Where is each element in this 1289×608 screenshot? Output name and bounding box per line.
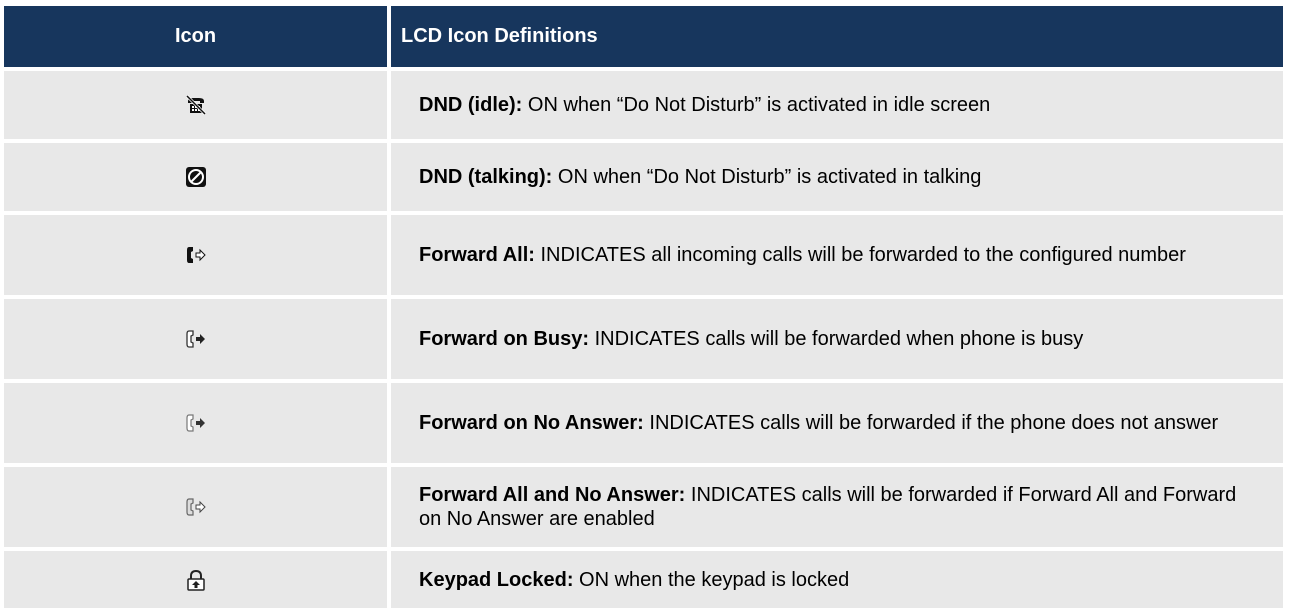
icon-cell <box>4 143 391 215</box>
definition-label: Forward on No Answer: <box>419 412 644 434</box>
definition-label: DND (idle): <box>419 94 523 116</box>
table-row: Forward All and No Answer: INDICATES cal… <box>4 467 1283 551</box>
table-header: Icon LCD Icon Definitions <box>4 6 1283 71</box>
definition-label: Forward on Busy: <box>419 328 590 350</box>
definition-label: Forward All: <box>419 244 535 266</box>
table-row: Keypad Locked: ON when the keypad is loc… <box>4 551 1283 608</box>
icon-cell <box>4 71 391 143</box>
icon-cell <box>4 467 391 551</box>
definition-text: ON when “Do Not Disturb” is activated in… <box>522 94 991 116</box>
icon-cell <box>4 215 391 299</box>
icon-column-header: Icon <box>4 6 391 71</box>
definition-label: Forward All and No Answer: <box>419 484 686 506</box>
definitions-column-header: LCD Icon Definitions <box>391 6 1283 71</box>
table-row: DND (talking): ON when “Do Not Disturb” … <box>4 143 1283 215</box>
table-row: Forward All: INDICATES all incoming call… <box>4 215 1283 299</box>
forward-on-no-answer-icon <box>185 412 207 434</box>
lcd-icon-table: Icon LCD Icon Definitions DND (idle): ON… <box>4 6 1283 608</box>
definition-cell: DND (idle): ON when “Do Not Disturb” is … <box>391 71 1283 143</box>
definition-text: INDICATES calls will be forwarded when p… <box>589 328 1084 350</box>
definition-cell: Forward All: INDICATES all incoming call… <box>391 215 1283 299</box>
definition-cell: Forward on No Answer: INDICATES calls wi… <box>391 383 1283 467</box>
table-row: DND (idle): ON when “Do Not Disturb” is … <box>4 71 1283 143</box>
icon-cell <box>4 299 391 383</box>
definition-label: DND (talking): <box>419 166 553 188</box>
table-row: Forward on Busy: INDICATES calls will be… <box>4 299 1283 383</box>
forward-on-busy-icon <box>185 328 207 350</box>
definition-text: INDICATES calls will be forwarded if the… <box>643 412 1219 434</box>
definition-text: ON when “Do Not Disturb” is activated in… <box>552 166 982 188</box>
definition-label: Keypad Locked: <box>419 568 574 591</box>
icon-cell <box>4 551 391 608</box>
dnd-talking-icon <box>185 166 207 188</box>
forward-all-icon <box>185 244 207 266</box>
dnd-idle-icon <box>185 94 207 116</box>
definition-text: ON when the keypad is locked <box>573 568 850 591</box>
definition-cell: DND (talking): ON when “Do Not Disturb” … <box>391 143 1283 215</box>
definition-cell: Forward All and No Answer: INDICATES cal… <box>391 467 1283 551</box>
table-row: Forward on No Answer: INDICATES calls wi… <box>4 383 1283 467</box>
forward-all-and-no-answer-icon <box>185 496 207 518</box>
keypad-locked-icon <box>185 569 207 591</box>
definition-cell: Forward on Busy: INDICATES calls will be… <box>391 299 1283 383</box>
definition-text: INDICATES all incoming calls will be for… <box>534 244 1186 266</box>
icon-cell <box>4 383 391 467</box>
definition-cell: Keypad Locked: ON when the keypad is loc… <box>391 551 1283 608</box>
